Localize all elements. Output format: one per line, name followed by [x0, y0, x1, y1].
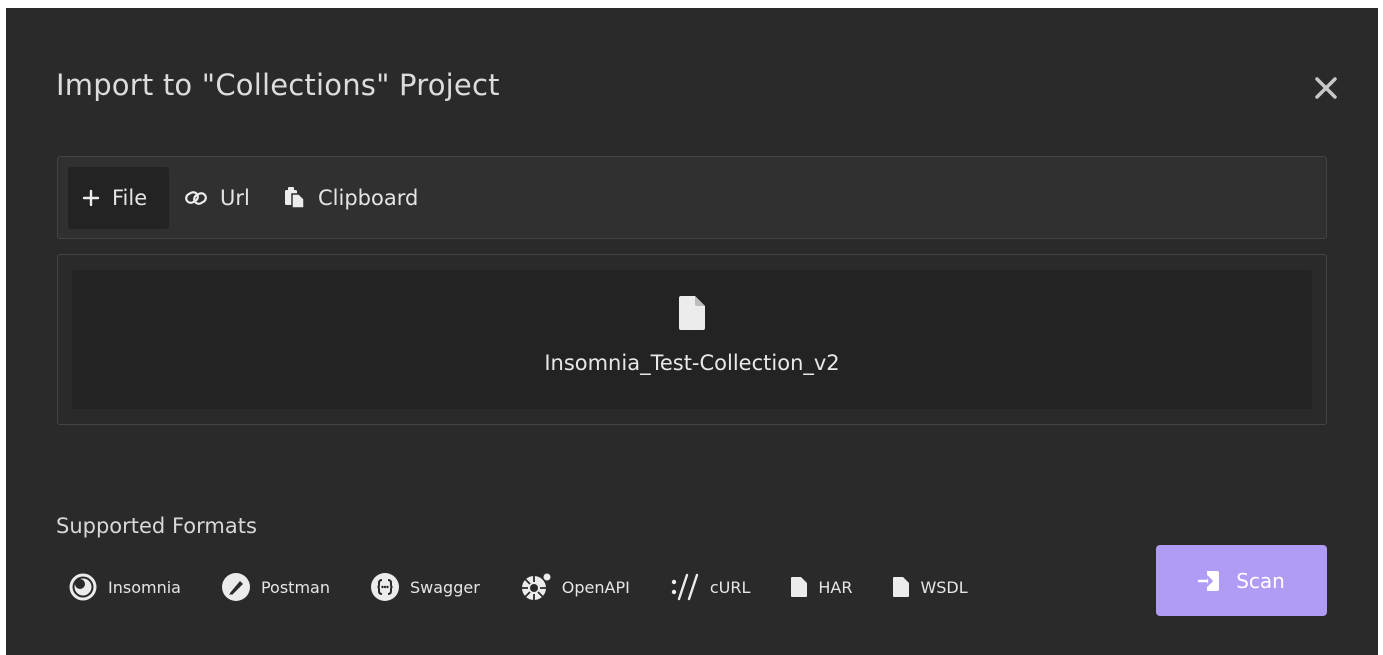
postman-icon — [221, 573, 250, 601]
tab-clipboard[interactable]: Clipboard — [284, 167, 418, 229]
insomnia-icon — [69, 573, 97, 601]
file-dropzone[interactable]: Insomnia_Test-Collection_v2 — [57, 254, 1327, 425]
format-label: HAR — [818, 577, 853, 597]
tab-url-label: Url — [220, 186, 250, 210]
import-source-tabs: File Url Clipboard — [57, 156, 1327, 239]
file-icon — [893, 577, 910, 597]
supported-formats-list: Insomnia Postman Swagger OpenAPI cURL HA… — [68, 570, 1008, 604]
selected-file-name: Insomnia_Test-Collection_v2 — [544, 351, 840, 375]
close-button[interactable] — [1312, 74, 1340, 102]
link-icon — [185, 191, 207, 205]
close-icon — [1315, 77, 1337, 99]
curl-icon — [671, 573, 699, 601]
format-label: cURL — [709, 577, 751, 597]
format-wsdl: WSDL — [892, 576, 968, 598]
format-curl: cURL — [670, 572, 751, 602]
import-dialog: Import to "Collections" Project File Url — [6, 8, 1378, 655]
tab-file-label: File — [112, 186, 148, 210]
format-har: HAR — [790, 576, 852, 598]
format-postman: Postman — [221, 572, 330, 602]
format-insomnia: Insomnia — [68, 572, 181, 602]
selected-file-panel: Insomnia_Test-Collection_v2 — [72, 270, 1312, 409]
file-icon — [679, 296, 705, 330]
tab-clipboard-label: Clipboard — [318, 186, 419, 210]
tab-file[interactable]: File — [68, 167, 169, 229]
format-label: Postman — [260, 577, 330, 597]
format-openapi: OpenAPI — [520, 572, 630, 602]
format-label: WSDL — [920, 577, 968, 597]
tab-url[interactable]: Url — [184, 167, 250, 229]
format-swagger: Swagger — [370, 572, 480, 602]
format-label: Swagger — [409, 577, 480, 597]
scan-button[interactable]: Scan — [1156, 545, 1327, 616]
supported-formats-title: Supported Formats — [56, 514, 257, 538]
scan-button-label: Scan — [1236, 568, 1285, 593]
swagger-icon — [370, 573, 399, 601]
openapi-icon — [521, 573, 551, 600]
dialog-title: Import to "Collections" Project — [56, 68, 500, 102]
format-label: Insomnia — [108, 577, 181, 597]
import-icon — [1198, 570, 1220, 591]
file-icon — [791, 577, 808, 597]
format-label: OpenAPI — [561, 577, 630, 597]
clipboard-icon — [285, 187, 305, 209]
plus-icon — [82, 189, 100, 207]
